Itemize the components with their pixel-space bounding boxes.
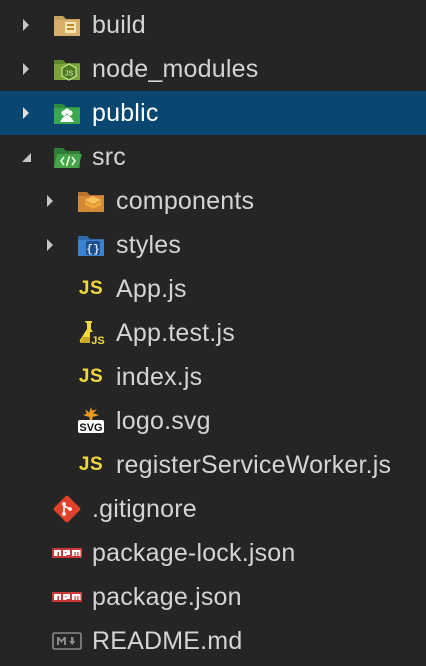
chevron-right-icon[interactable] [16,59,36,79]
tree-item-label: node_modules [92,55,259,83]
tree-item-index-js[interactable]: JS index.js [0,355,426,399]
tree-item-gitignore[interactable]: .gitignore [0,487,426,531]
chevron-down-icon[interactable] [16,147,36,167]
tree-item-logo-svg[interactable]: SVG logo.svg [0,399,426,443]
tree-item-label: build [92,11,146,39]
tree-item-package-lock-json[interactable]: package-lock.json [0,531,426,575]
tree-item-label: styles [116,231,182,259]
tree-item-label: src [92,143,126,171]
chevron-right-icon[interactable] [40,235,60,255]
tree-item-label: public [92,99,159,127]
tree-item-app-js[interactable]: JS App.js [0,267,426,311]
svg-file-icon: SVG [76,406,106,436]
chevron-right-icon[interactable] [16,103,36,123]
tree-item-label: registerServiceWorker.js [116,451,392,479]
tree-item-label: logo.svg [116,407,211,435]
js-file-icon: JS [78,454,104,475]
npm-file-icon [52,582,82,612]
tree-item-readme-md[interactable]: README.md [0,619,426,663]
git-file-icon [52,494,82,524]
js-file-icon: JS [78,366,104,387]
tree-item-label: package-lock.json [92,539,296,567]
chevron-right-icon[interactable] [40,191,60,211]
svg-text:SVG: SVG [79,422,102,434]
file-explorer: build JS node_modules public src compone… [0,0,426,666]
svg-text:JS: JS [91,335,104,347]
folder-styles-icon: {} [76,230,106,260]
tree-item-styles[interactable]: {} styles [0,223,426,267]
tree-item-node-modules[interactable]: JS node_modules [0,47,426,91]
tree-item-register-service-worker-js[interactable]: JS registerServiceWorker.js [0,443,426,487]
tree-item-label: package.json [92,583,242,611]
markdown-file-icon [52,626,82,656]
tree-item-components[interactable]: components [0,179,426,223]
tree-item-label: .gitignore [92,495,197,523]
tree-item-public[interactable]: public [0,91,426,135]
svg-text:{}: {} [86,244,99,256]
tree-item-label: App.js [116,275,187,303]
folder-components-icon [76,186,106,216]
folder-public-icon [52,98,82,128]
folder-src-icon [52,142,82,172]
tree-item-src[interactable]: src [0,135,426,179]
js-test-file-icon: JS [76,318,106,348]
tree-item-label: components [116,187,255,215]
tree-item-app-test-js[interactable]: JS App.test.js [0,311,426,355]
tree-item-package-json[interactable]: package.json [0,575,426,619]
svg-text:JS: JS [65,71,74,78]
js-file-icon: JS [78,278,104,299]
tree-item-label: index.js [116,363,203,391]
tree-item-label: App.test.js [116,319,235,347]
npm-file-icon [52,538,82,568]
tree-item-label: README.md [92,627,243,655]
folder-node-icon: JS [52,54,82,84]
chevron-right-icon[interactable] [16,15,36,35]
tree-item-build[interactable]: build [0,3,426,47]
folder-build-icon [52,10,82,40]
